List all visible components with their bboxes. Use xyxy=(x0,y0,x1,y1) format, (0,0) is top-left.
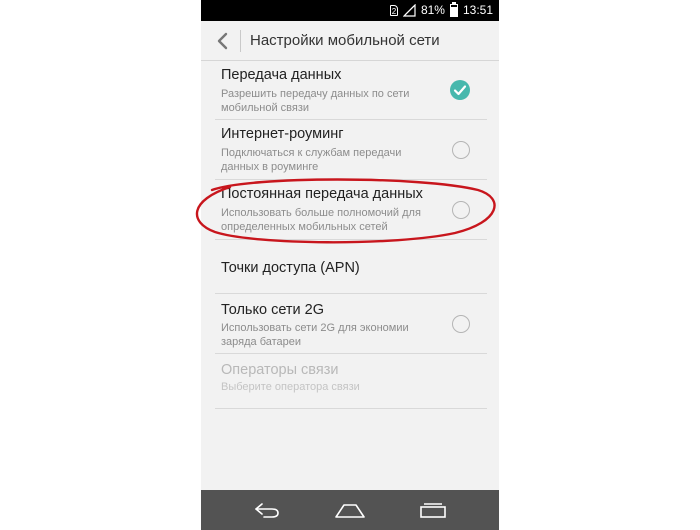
checkmark-icon xyxy=(453,85,467,96)
action-bar: Настройки мобильной сети xyxy=(201,21,499,61)
nav-home-button[interactable] xyxy=(330,498,370,522)
setting-2g-only[interactable]: Только сети 2G Использовать сети 2G для … xyxy=(215,294,487,354)
nav-back-button[interactable] xyxy=(247,498,287,522)
setting-title: Интернет-роуминг xyxy=(221,126,344,142)
setting-summary: Разрешить передачу данных по сети мобиль… xyxy=(221,88,410,114)
back-button[interactable] xyxy=(210,27,234,55)
chevron-left-icon xyxy=(217,32,228,50)
status-icons: 2 81% 13:51 xyxy=(389,2,493,19)
setting-always-on-data[interactable]: Постоянная передача данных Использовать … xyxy=(215,180,487,240)
back-arrow-icon xyxy=(255,503,279,518)
unchecked-toggle[interactable] xyxy=(452,141,470,159)
unchecked-toggle[interactable] xyxy=(452,315,470,333)
navigation-bar xyxy=(201,490,499,530)
nav-recent-button[interactable] xyxy=(413,498,453,522)
page-title: Настройки мобильной сети xyxy=(250,32,440,49)
setting-roaming[interactable]: Интернет-роуминг Подключаться к службам … xyxy=(215,120,487,180)
setting-title: Точки доступа (APN) xyxy=(221,260,360,276)
setting-summary: Использовать больше полномочий для опред… xyxy=(221,207,421,233)
battery-icon xyxy=(449,2,458,17)
sim-label: 2 xyxy=(391,7,397,16)
setting-title: Только сети 2G xyxy=(221,302,325,318)
setting-title: Передача данных xyxy=(221,67,342,83)
setting-access-points[interactable]: Точки доступа (APN) xyxy=(215,240,487,294)
setting-network-operators: Операторы связи Выберите оператора связи xyxy=(215,354,487,409)
battery-percent: 81% xyxy=(420,3,445,17)
action-divider xyxy=(240,30,241,52)
home-icon xyxy=(335,504,365,518)
sim-icon: 2 xyxy=(389,5,398,16)
setting-title: Постоянная передача данных xyxy=(221,186,423,202)
settings-list: Передача данных Разрешить передачу данны… xyxy=(201,61,499,409)
checked-icon[interactable] xyxy=(450,80,470,100)
setting-summary: Подключаться к службам передачи данных в… xyxy=(221,147,402,173)
unchecked-toggle[interactable] xyxy=(452,201,470,219)
setting-title: Операторы связи xyxy=(221,362,339,378)
setting-summary: Выберите оператора связи xyxy=(221,381,360,393)
no-signal-icon xyxy=(402,4,416,17)
recent-apps-icon xyxy=(420,503,446,518)
status-bar: 2 81% 13:51 xyxy=(201,0,499,21)
phone-screen: 2 81% 13:51 Настройки мобильной сети Пер… xyxy=(201,0,499,530)
setting-mobile-data[interactable]: Передача данных Разрешить передачу данны… xyxy=(215,61,487,120)
setting-summary: Использовать сети 2G для экономии заряда… xyxy=(221,322,409,348)
clock: 13:51 xyxy=(462,3,493,17)
